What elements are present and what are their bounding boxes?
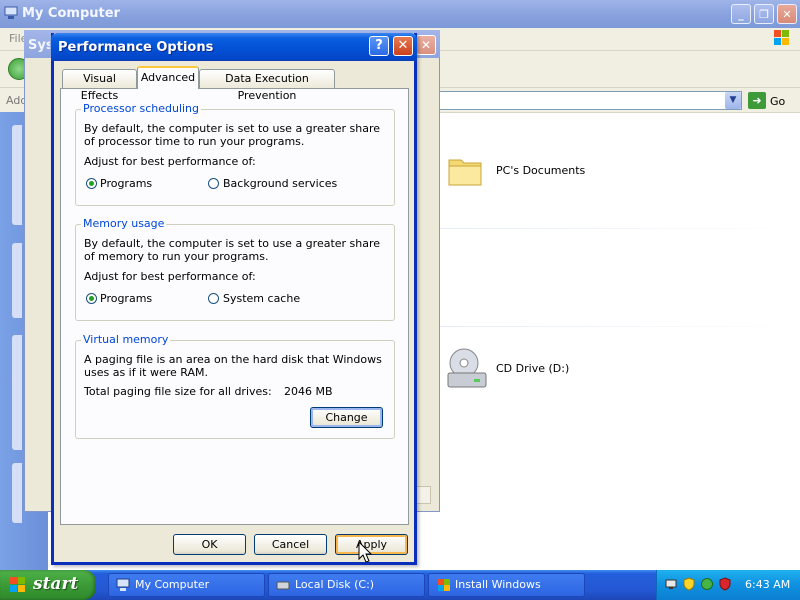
taskbar-label: My Computer (135, 578, 210, 591)
computer-icon (116, 578, 130, 592)
folder-icon[interactable] (446, 150, 486, 190)
go-button[interactable]: Go (770, 95, 785, 108)
task-pane-section (12, 463, 22, 523)
mouse-cursor-icon (358, 540, 374, 565)
cancel-button[interactable]: Cancel (254, 534, 327, 555)
memory-usage-desc: By default, the computer is set to use a… (84, 237, 381, 263)
system-properties-title: System Properties (28, 38, 50, 53)
memory-programs-radio[interactable] (86, 293, 97, 304)
virtual-memory-title: Virtual memory (81, 333, 171, 346)
cd-drive-label[interactable]: CD Drive (D:) (496, 362, 569, 375)
hard-disk-icon (276, 578, 290, 592)
memory-system-cache-radio[interactable] (208, 293, 219, 304)
window-title: My Computer (22, 6, 120, 21)
windows-logo-icon (768, 28, 796, 48)
group-separator (440, 228, 800, 229)
go-arrow-icon[interactable]: ➜ (748, 92, 766, 109)
network-icon[interactable] (664, 577, 678, 591)
help-button[interactable]: ? (369, 36, 389, 56)
chevron-down-icon[interactable]: ▼ (725, 92, 741, 109)
dialog-title: Performance Options (58, 40, 214, 55)
processor-adjust-label: Adjust for best performance of: (84, 155, 256, 168)
processor-scheduling-title: Processor scheduling (81, 102, 202, 115)
paging-file-total-label: Total paging file size for all drives: (84, 385, 272, 398)
security-shield-icon[interactable] (682, 577, 696, 591)
mycomputer-titlebar[interactable] (0, 0, 800, 28)
maximize-button[interactable]: ❐ (754, 4, 774, 24)
processor-programs-radio[interactable] (86, 178, 97, 189)
windows-logo-icon (437, 578, 451, 592)
tab-visual-effects[interactable]: Visual Effects (62, 69, 137, 102)
windows-flag-icon (9, 576, 27, 594)
alert-shield-icon[interactable] (718, 577, 732, 591)
close-button[interactable]: ✕ (416, 35, 436, 55)
tab-advanced[interactable]: Advanced (137, 66, 199, 89)
update-icon[interactable] (700, 577, 714, 591)
computer-icon (4, 6, 18, 20)
task-pane-section (12, 335, 22, 450)
close-button[interactable]: ✕ (393, 36, 413, 56)
virtual-memory-desc: A paging file is an area on the hard dis… (84, 353, 382, 379)
ok-button[interactable]: OK (173, 534, 246, 555)
change-button[interactable]: Change (310, 407, 383, 428)
processor-scheduling-desc: By default, the computer is set to use a… (84, 122, 381, 148)
tab-data-execution-prevention[interactable]: Data Execution Prevention (199, 69, 335, 102)
minimize-button[interactable]: _ (731, 4, 751, 24)
memory-system-cache-label[interactable]: System cache (223, 292, 300, 305)
start-label[interactable]: start (33, 574, 78, 594)
taskbar-label: Local Disk (C:) (295, 578, 375, 591)
cd-drive-icon[interactable] (444, 345, 490, 391)
documents-folder-label[interactable]: PC's Documents (496, 164, 585, 177)
memory-usage-title: Memory usage (81, 217, 167, 230)
processor-background-radio[interactable] (208, 178, 219, 189)
taskbar-label: Install Windows (455, 578, 541, 591)
group-separator (440, 326, 800, 327)
processor-programs-label[interactable]: Programs (100, 177, 152, 190)
close-button[interactable]: ✕ (777, 4, 797, 24)
memory-programs-label[interactable]: Programs (100, 292, 152, 305)
address-input[interactable] (436, 91, 742, 110)
task-pane-section (12, 125, 22, 225)
processor-background-label[interactable]: Background services (223, 177, 337, 190)
paging-file-total-value: 2046 MB (284, 385, 333, 398)
memory-adjust-label: Adjust for best performance of: (84, 270, 256, 283)
clock: 6:43 AM (745, 578, 791, 591)
task-pane-section (12, 243, 22, 318)
